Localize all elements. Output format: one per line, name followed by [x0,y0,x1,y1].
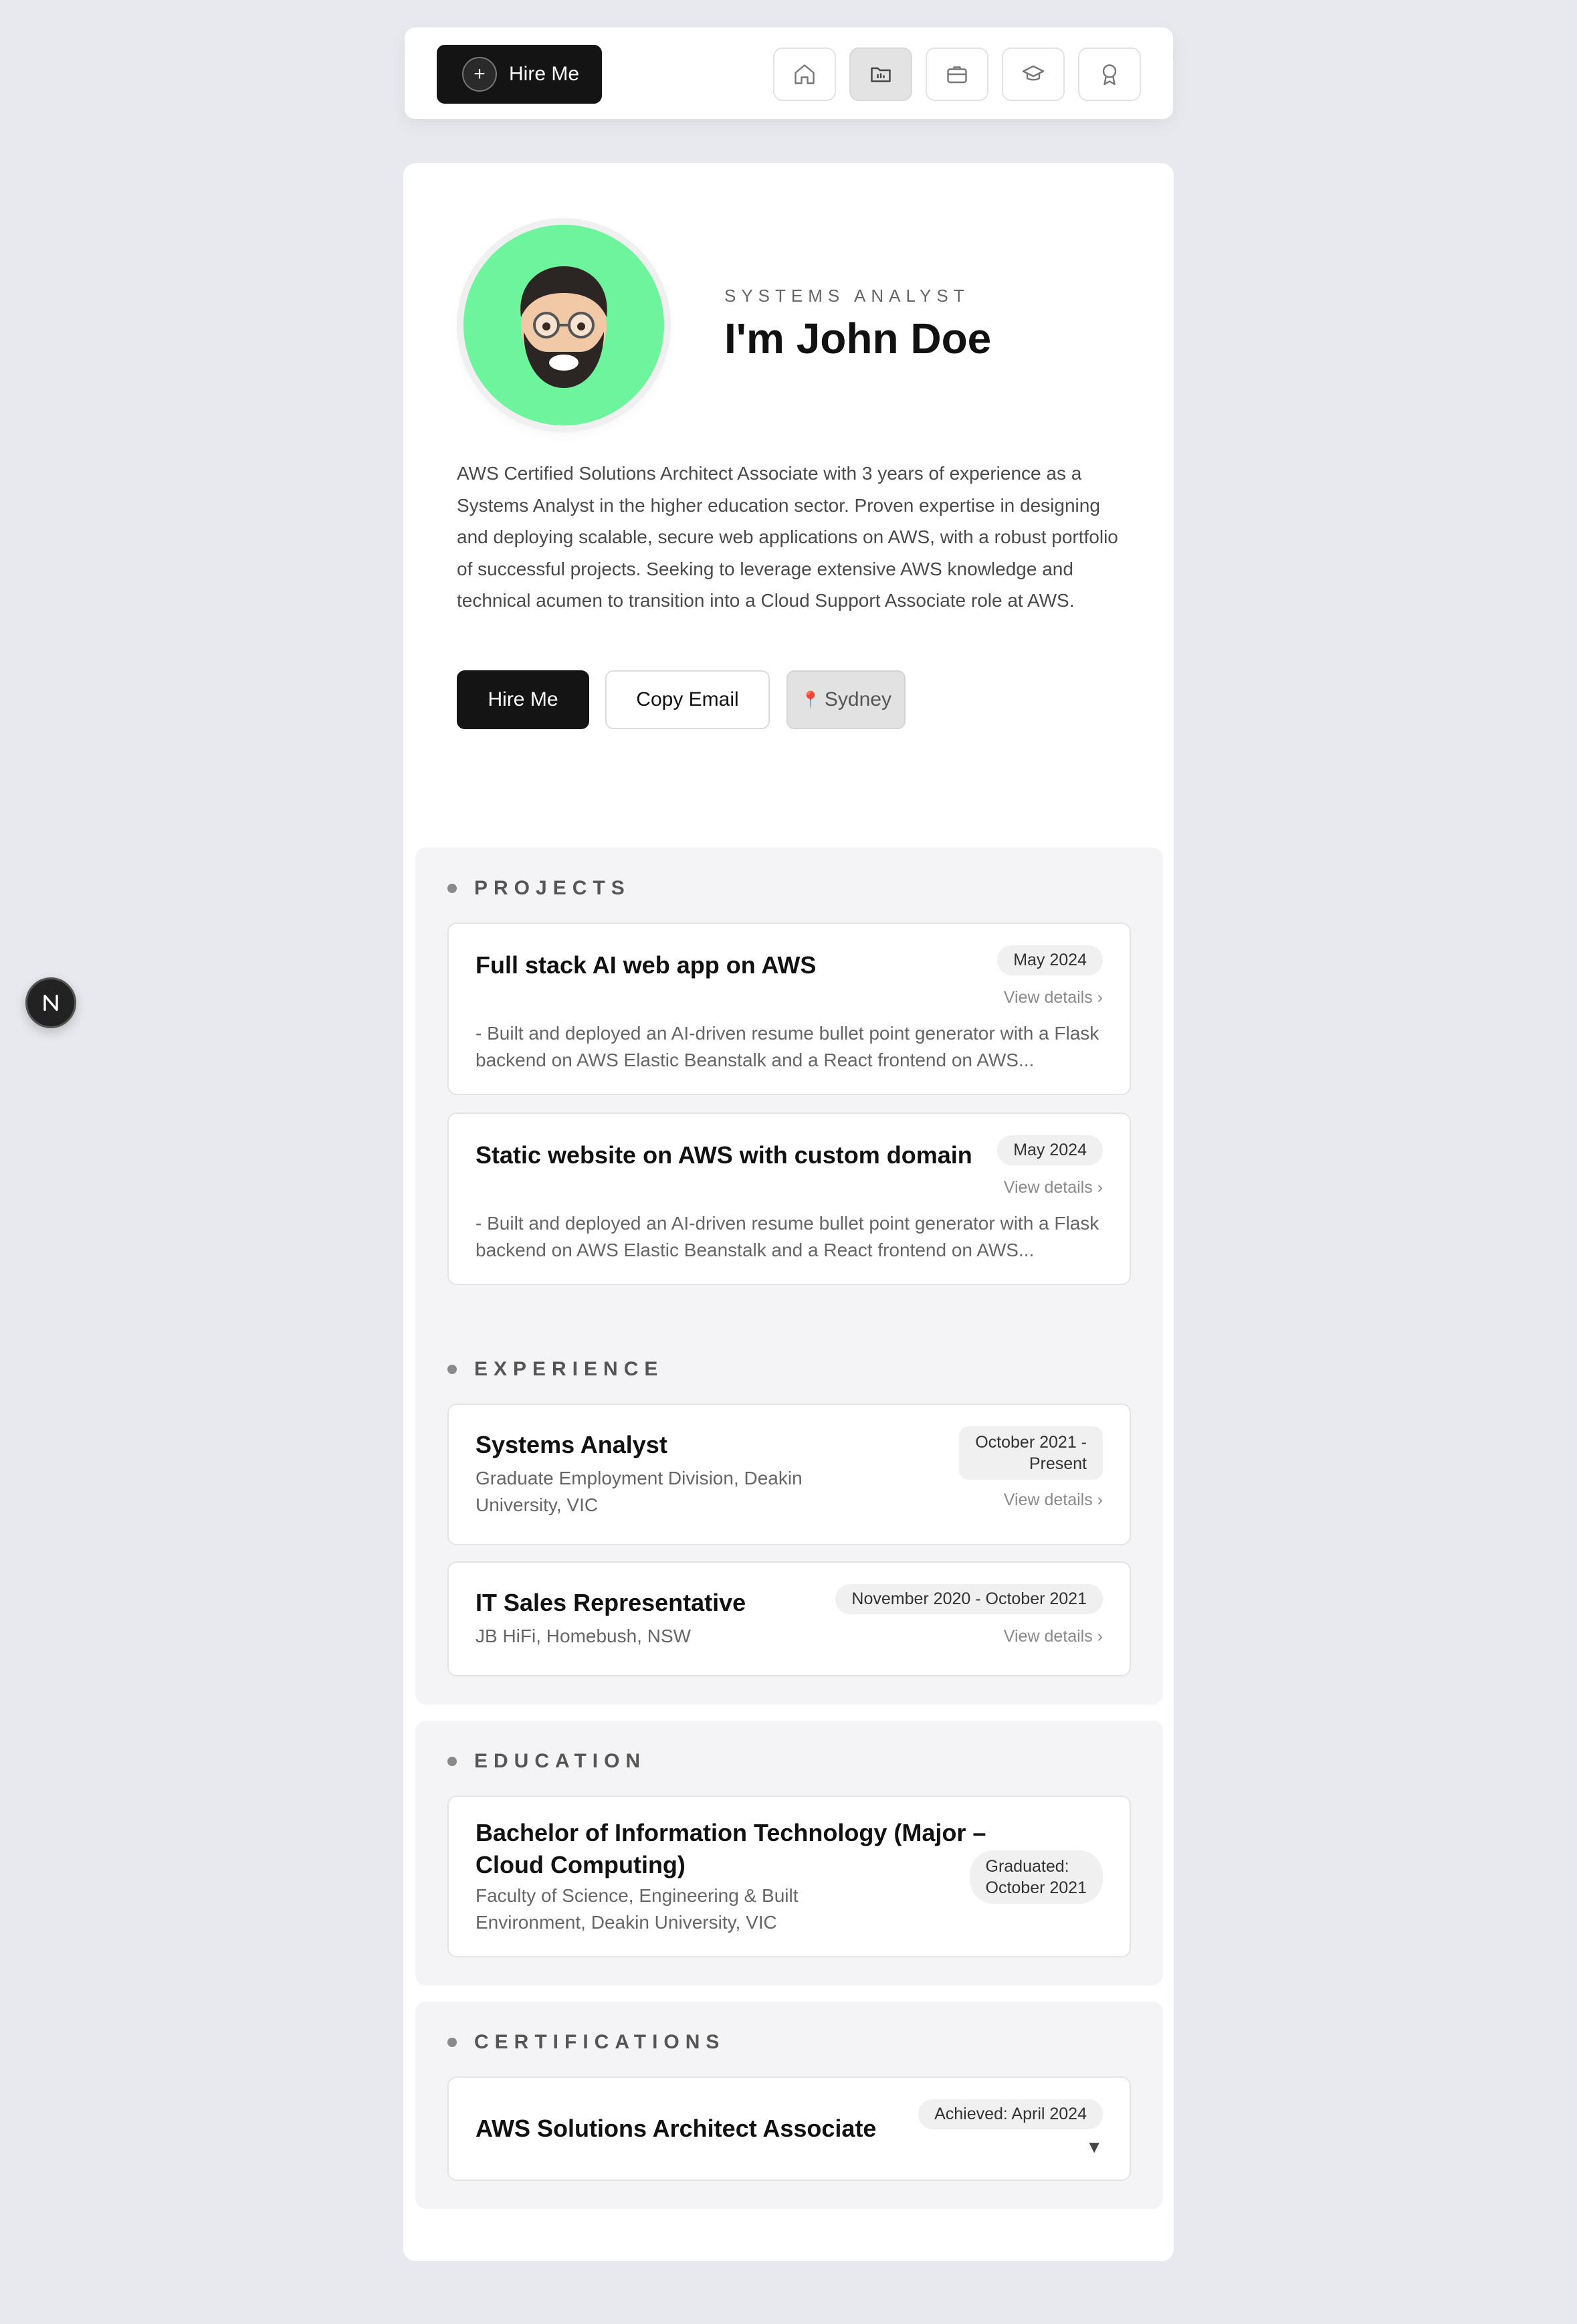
location-pin-icon: 📍 [801,690,821,709]
experience-date-badge: November 2020 - October 2021 [835,1584,1103,1614]
education-date-badge: Graduated: October 2021 [969,1850,1103,1904]
projects-header: PROJECTS [447,877,631,900]
chevron-right-icon: › [1097,1627,1103,1646]
main-card: SYSTEMS ANALYST I'm John Doe AWS Certifi… [403,163,1174,2261]
graduation-cap-icon [1022,65,1045,81]
experience-section: EXPERIENCE Systems Analyst Graduate Empl… [415,1329,1163,1705]
education-section: EDUCATION Bachelor of Information Techno… [415,1721,1163,1986]
view-details-link[interactable]: View details › [1004,1178,1103,1197]
certification-title: AWS Solutions Architect Associate [476,2115,877,2142]
project-date-badge: May 2024 [997,1135,1103,1165]
n-logo-icon [43,994,58,1011]
hire-me-top-button[interactable]: + Hire Me [437,45,602,104]
location-label: Sydney [824,688,891,710]
certification-date-badge: Achieved: April 2024 [918,2099,1103,2129]
education-degree: Bachelor of Information Technology (Majo… [476,1819,986,1878]
profile-name: I'm John Doe [724,314,992,363]
experience-header: EXPERIENCE [447,1358,663,1381]
chevron-right-icon: › [1097,1490,1103,1509]
experience-title: Systems Analyst [476,1431,667,1458]
project-card[interactable]: Static website on AWS with custom domain… [447,1112,1131,1285]
experience-title: IT Sales Representative [476,1589,746,1616]
chevron-right-icon: › [1097,1178,1103,1197]
memoji-avatar-icon [520,266,607,388]
copy-email-button[interactable]: Copy Email [605,670,770,729]
expand-toggle-icon[interactable]: ▼ [1085,2137,1103,2157]
projects-folder-icon [871,67,891,82]
experience-date-badge: October 2021 - Present [959,1426,1103,1480]
experience-title: EXPERIENCE [474,1358,664,1380]
hire-me-top-label: Hire Me [509,63,580,85]
education-header: EDUCATION [447,1750,646,1773]
view-details-link[interactable]: View details › [1004,1627,1103,1646]
certifications-title: CERTIFICATIONS [474,2031,726,2053]
project-title: Full stack AI web app on AWS [476,951,817,979]
certification-card[interactable]: AWS Solutions Architect Associate Achiev… [447,2076,1131,2181]
profile-bio: AWS Certified Solutions Architect Associ… [457,463,1118,611]
nav-experience-button[interactable] [926,47,988,101]
project-description: - Built and deployed an AI-driven resume… [476,1213,1099,1260]
avatar [463,225,664,425]
education-card[interactable]: Bachelor of Information Technology (Majo… [447,1796,1131,1957]
projects-title: PROJECTS [474,877,631,899]
chevron-right-icon: › [1097,988,1103,1007]
section-nav [773,47,1141,101]
project-date-badge: May 2024 [997,945,1103,975]
nav-education-button[interactable] [1002,47,1065,101]
certifications-section: CERTIFICATIONS AWS Solutions Architect A… [415,2002,1163,2209]
briefcase-icon [947,66,967,84]
experience-org: Graduate Employment Division, Deakin Uni… [476,1468,803,1515]
nav-projects-button[interactable] [849,47,912,101]
bullet-dot-icon [447,2038,457,2047]
bullet-dot-icon [447,1757,457,1766]
education-institution: Faculty of Science, Engineering & Built … [476,1885,799,1933]
view-details-link[interactable]: View details › [1004,1490,1103,1510]
location-badge: 📍 Sydney [786,670,906,729]
project-title: Static website on AWS with custom domain [476,1141,972,1169]
project-description: - Built and deployed an AI-driven resume… [476,1023,1099,1070]
nav-certifications-button[interactable] [1078,47,1141,101]
project-card[interactable]: Full stack AI web app on AWS May 2024 Vi… [447,923,1131,1095]
experience-card[interactable]: Systems Analyst Graduate Employment Divi… [447,1403,1131,1545]
bullet-dot-icon [447,1365,457,1374]
bullet-dot-icon [447,884,457,893]
home-icon [795,64,815,84]
nav-home-button[interactable] [773,47,836,101]
floating-n-badge[interactable] [25,977,76,1028]
experience-org: JB HiFi, Homebush, NSW [476,1626,692,1646]
education-title: EDUCATION [474,1750,647,1772]
top-navbar: + Hire Me [405,27,1173,119]
hire-me-button[interactable]: Hire Me [457,670,589,729]
award-icon [1102,64,1117,86]
plus-icon: + [462,57,497,92]
certifications-header: CERTIFICATIONS [447,2031,725,2054]
view-details-link[interactable]: View details › [1004,988,1103,1007]
job-title: SYSTEMS ANALYST [724,286,970,306]
experience-card[interactable]: IT Sales Representative JB HiFi, Homebus… [447,1561,1131,1676]
